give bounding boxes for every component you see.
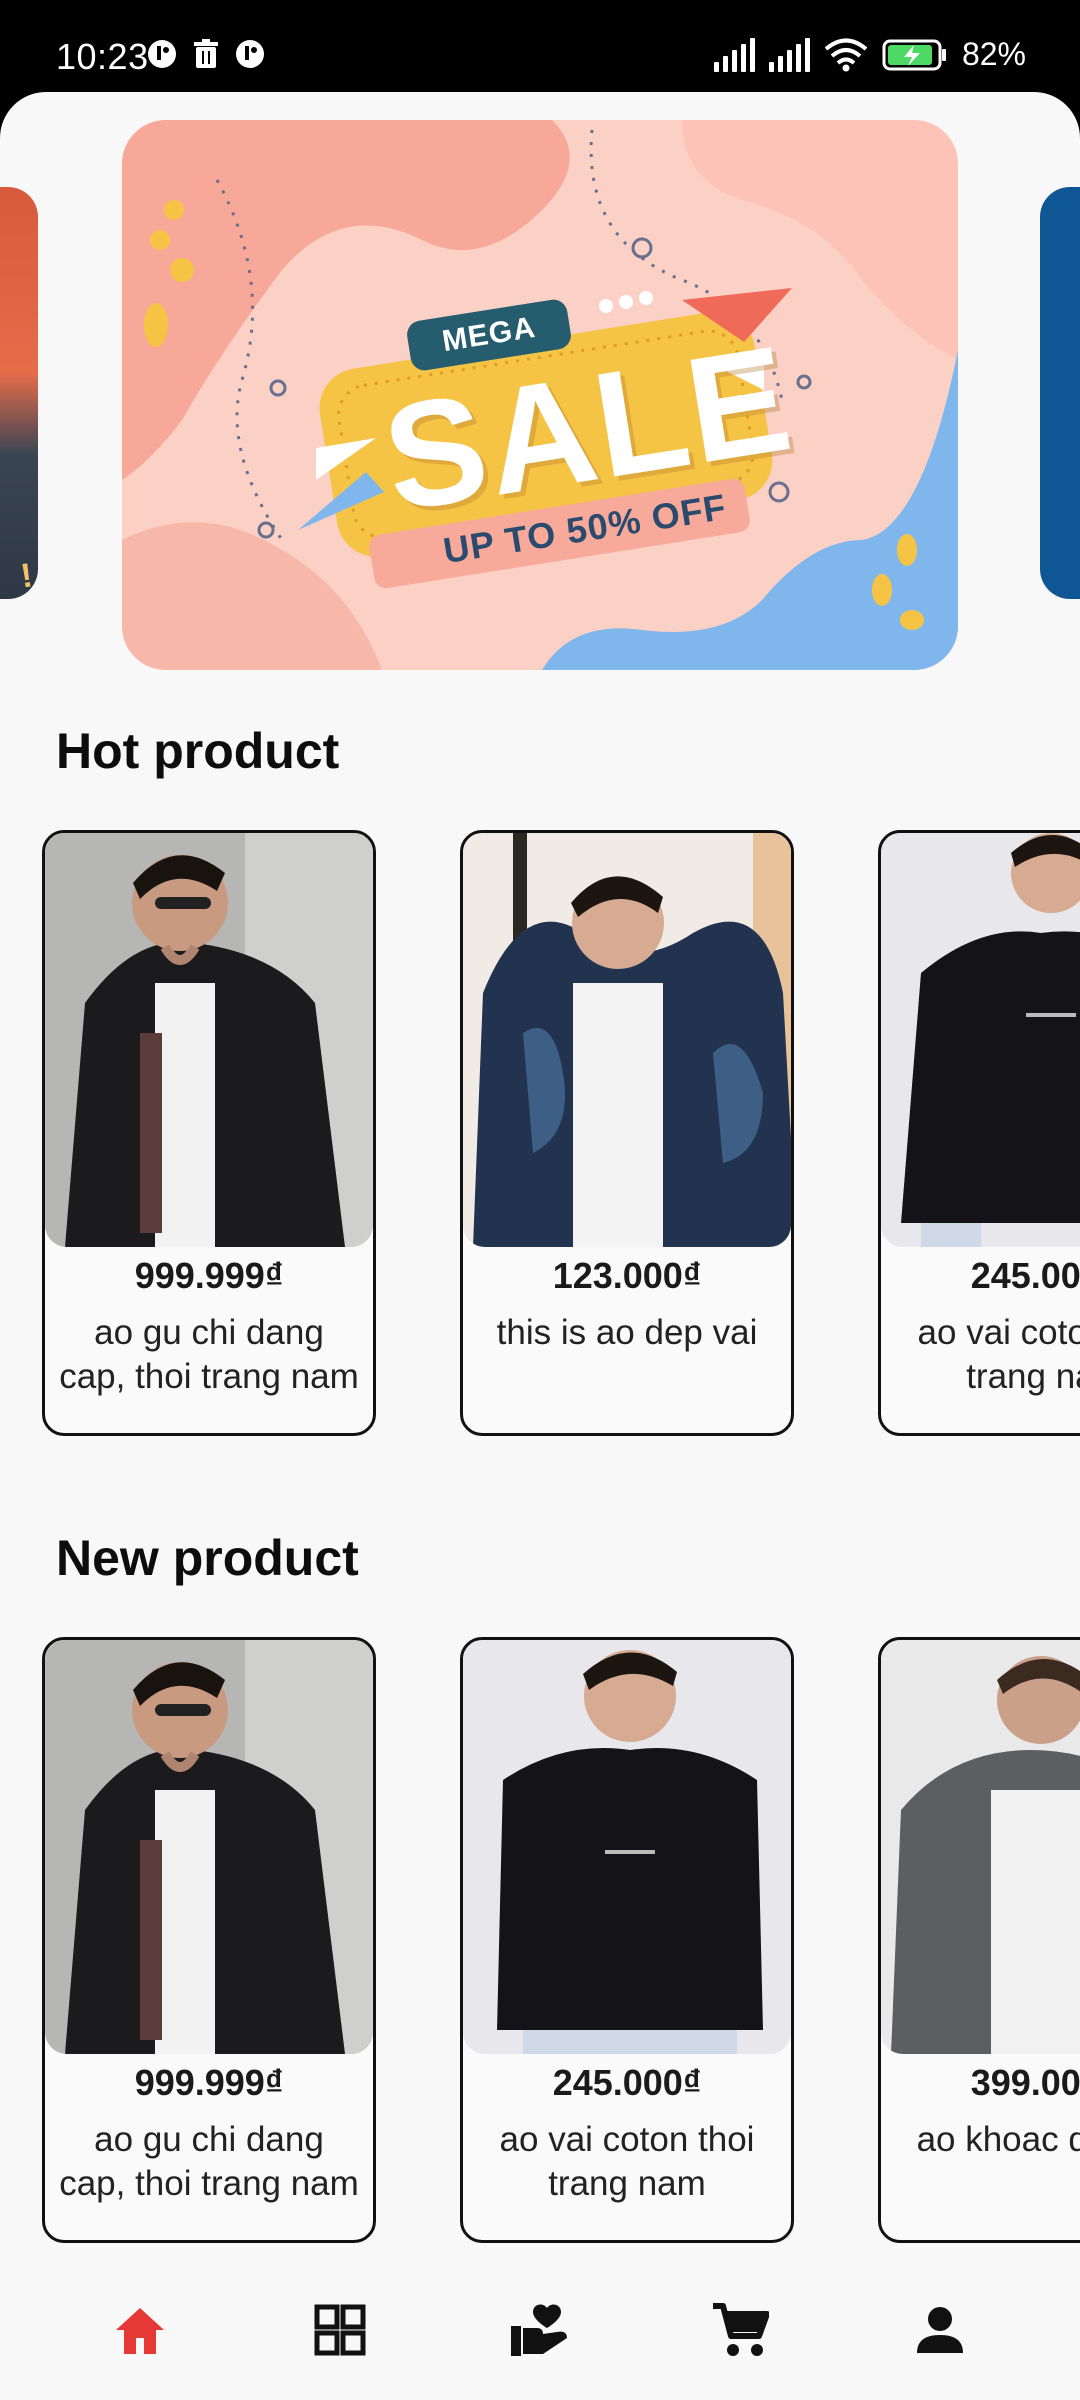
product-card[interactable]: 123.000₫ this is ao dep vai bbox=[460, 830, 794, 1436]
product-price: 999.999₫ bbox=[134, 1255, 284, 1296]
product-name: ao gu chi dang cap, thoi trang nam bbox=[59, 2120, 359, 2203]
product-card[interactable]: 399.000₫ ao khoac dang c bbox=[878, 1637, 1080, 2243]
product-name: this is ao dep vai bbox=[496, 1313, 758, 1352]
product-image bbox=[45, 1640, 373, 2054]
bottom-navigation bbox=[0, 2260, 1080, 2400]
hot-product-title: Hot product bbox=[56, 723, 340, 779]
banner-previous-slide[interactable]: ! bbox=[0, 187, 38, 599]
new-product-title: New product bbox=[56, 1530, 359, 1586]
status-bar: 10:23 82% bbox=[0, 0, 1080, 96]
product-name: ao vai coton thoi trang nam bbox=[499, 2120, 755, 2203]
hot-product-list[interactable]: 999.999₫ ao gu chi dang cap, thoi trang … bbox=[0, 830, 1080, 1436]
signal-icon bbox=[713, 37, 755, 72]
product-price: 245.000₫ bbox=[970, 1255, 1080, 1296]
nav-wishlist[interactable] bbox=[500, 2290, 580, 2370]
product-image bbox=[45, 833, 373, 1247]
banner-next-slide[interactable] bbox=[1040, 187, 1080, 599]
nav-profile[interactable] bbox=[900, 2290, 980, 2370]
wifi-icon bbox=[824, 38, 868, 71]
product-image bbox=[463, 1640, 791, 2054]
battery-percent: 82% bbox=[961, 36, 1026, 72]
signal-icon bbox=[768, 37, 810, 72]
product-price: 399.000₫ bbox=[970, 2062, 1080, 2103]
new-product-list[interactable]: 999.999₫ ao gu chi dang cap, thoi trang … bbox=[0, 1637, 1080, 2243]
sale-banner[interactable]: MEGA SALE UP TO 50% OFF bbox=[122, 120, 958, 670]
cart-icon bbox=[713, 2303, 769, 2356]
nav-cart[interactable] bbox=[700, 2290, 780, 2370]
product-price: 245.000₫ bbox=[552, 2062, 702, 2103]
product-image bbox=[463, 833, 791, 1247]
product-name: ao gu chi dang cap, thoi trang nam bbox=[59, 1313, 359, 1396]
product-card[interactable]: 245.000₫ ao vai coton thoi trang nam bbox=[460, 1637, 794, 2243]
nav-home[interactable] bbox=[100, 2290, 180, 2370]
notification-icons bbox=[146, 38, 266, 70]
product-name: ao khoac dang c bbox=[916, 2120, 1080, 2159]
home-screen: ! MEGA SALE UP TO 50% OFF Hot product 99… bbox=[0, 92, 1080, 2400]
product-price: 999.999₫ bbox=[134, 2062, 284, 2103]
product-card[interactable]: 999.999₫ ao gu chi dang cap, thoi trang … bbox=[42, 830, 376, 1436]
status-time: 10:23 bbox=[56, 36, 149, 77]
trash-icon bbox=[194, 39, 218, 68]
product-image bbox=[881, 1640, 1080, 2054]
nav-categories[interactable] bbox=[300, 2290, 380, 2370]
home-icon bbox=[116, 2308, 164, 2354]
product-card[interactable]: 999.999₫ ao gu chi dang cap, thoi trang … bbox=[42, 1637, 376, 2243]
wishlist-icon bbox=[511, 2304, 567, 2356]
app-notification-icon bbox=[148, 40, 176, 68]
profile-icon bbox=[917, 2307, 963, 2353]
battery-icon bbox=[882, 39, 946, 70]
product-card[interactable]: 245.000₫ ao vai coton thoi trang nam bbox=[878, 830, 1080, 1436]
app-notification-icon bbox=[236, 40, 264, 68]
product-image bbox=[881, 833, 1080, 1247]
product-price: 123.000₫ bbox=[552, 1255, 702, 1296]
grid-icon bbox=[314, 2304, 366, 2356]
product-name: ao vai coton thoi trang nam bbox=[917, 1313, 1080, 1396]
